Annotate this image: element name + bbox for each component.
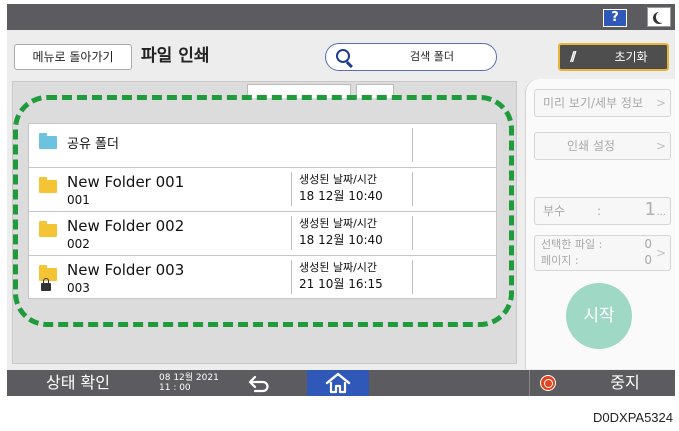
folder-row[interactable]: New Folder 003 003 생성된 날짜/시간 21 10월 16:1…	[28, 255, 497, 299]
home-icon	[325, 372, 351, 394]
pages-value: 0	[644, 253, 652, 267]
figure-code: D0DXPA5324	[593, 410, 673, 425]
folder-number: 003	[67, 281, 90, 295]
night-mode-button[interactable]	[647, 7, 671, 27]
print-settings-label: 인쇄 설정	[567, 139, 615, 153]
help-button[interactable]: ?	[603, 9, 627, 27]
date-value: 21 10월 16:15	[299, 277, 383, 291]
reset-icon: //	[570, 50, 576, 65]
folder-number: 002	[67, 237, 90, 251]
folder-name: New Folder 002	[67, 217, 185, 235]
date-value: 18 12월 10:40	[299, 189, 383, 203]
list-tab[interactable]	[247, 84, 351, 98]
chevron-right-icon: >	[655, 139, 666, 153]
copies-label: 부수	[543, 204, 566, 218]
folder-name: New Folder 003	[67, 261, 185, 279]
folder-icon	[39, 221, 57, 237]
folder-name: 공유 폴더	[67, 137, 119, 152]
top-bar: ?	[7, 4, 675, 30]
lock-icon	[41, 278, 51, 291]
preview-details-label: 미리 보기/세부 정보	[543, 96, 643, 110]
folder-name: New Folder 001	[67, 173, 185, 191]
pages-label: 페이지 :	[541, 254, 579, 267]
shared-folder-row[interactable]: 공유 폴더	[28, 123, 497, 167]
bottom-bar: 상태 확인 08 12월 2021 11 : 00 중지	[7, 370, 675, 396]
reset-button[interactable]: // 초기화	[558, 43, 669, 71]
folder-list: 공유 폴더 New Folder 001 001 생성된 날짜/시간 18 12…	[28, 123, 497, 299]
back-to-menu-button[interactable]: 메뉴로 돌아가기	[14, 44, 132, 70]
date-label: 생성된 날짜/시간	[299, 261, 378, 274]
reset-label: 초기화	[614, 50, 648, 64]
folder-row[interactable]: New Folder 002 002 생성된 날짜/시간 18 12월 10:4…	[28, 211, 497, 255]
folder-number: 001	[67, 193, 90, 207]
search-icon	[336, 49, 350, 63]
page-title: 파일 인쇄	[141, 46, 210, 66]
chevron-right-icon: >	[655, 246, 666, 260]
date-label: 생성된 날짜/시간	[299, 173, 378, 186]
copies-field[interactable]: 부수 : 1 ...	[534, 197, 671, 225]
date-label: 생성된 날짜/시간	[299, 217, 378, 230]
back-arrow-icon	[248, 375, 269, 393]
check-status-button[interactable]: 상태 확인	[7, 370, 149, 396]
shared-folder-icon	[39, 133, 57, 149]
folder-row[interactable]: New Folder 001 001 생성된 날짜/시간 18 12월 10:4…	[28, 167, 497, 211]
folder-icon	[39, 177, 57, 193]
stop-label: 중지	[610, 373, 640, 392]
back-arrow-button[interactable]	[241, 372, 277, 394]
date-value: 18 12월 10:40	[299, 233, 383, 247]
search-folder-button[interactable]: 검색 폴더	[325, 43, 497, 71]
chevron-right-icon: >	[655, 96, 666, 110]
date-text: 08 12월 2021	[159, 373, 219, 383]
right-panel: 미리 보기/세부 정보 > 인쇄 설정 > 부수 : 1 ... 선택한 파일 …	[525, 79, 675, 369]
selected-files-summary[interactable]: 선택한 파일 : 0 페이지 : 0 >	[534, 235, 671, 271]
selected-files-value: 0	[644, 237, 652, 251]
printer-screen: ? 메뉴로 돌아가기 파일 인쇄 검색 폴더 // 초기화 공유 폴더 New …	[7, 4, 675, 396]
print-settings-button[interactable]: 인쇄 설정 >	[534, 132, 671, 160]
copies-value: 1	[644, 199, 656, 220]
start-button[interactable]: 시작	[566, 283, 632, 349]
moon-icon	[656, 11, 668, 23]
copies-more: ...	[656, 207, 666, 218]
time-text: 11 : 00	[159, 383, 191, 393]
stop-button[interactable]: 중지	[530, 370, 675, 396]
preview-details-button[interactable]: 미리 보기/세부 정보 >	[534, 89, 671, 117]
home-button[interactable]	[307, 370, 369, 396]
date-time: 08 12월 2021 11 : 00	[159, 373, 219, 393]
search-folder-label: 검색 폴더	[410, 50, 454, 63]
list-tab[interactable]	[356, 84, 394, 98]
stop-icon	[540, 375, 556, 391]
selected-files-label: 선택한 파일 :	[541, 238, 603, 251]
